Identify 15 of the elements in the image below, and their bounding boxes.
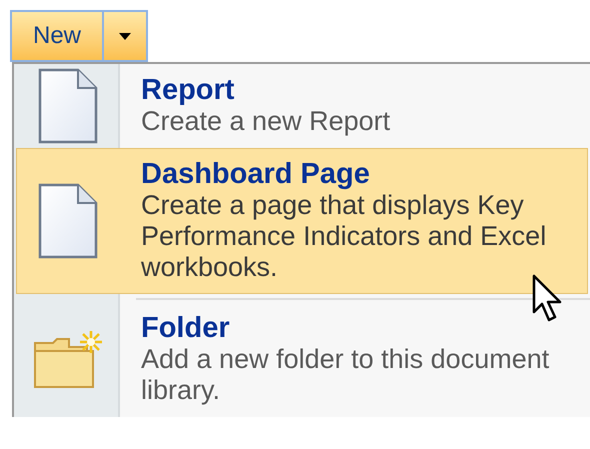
new-folder-icon	[33, 328, 103, 388]
menu-item-description: Create a new Report	[141, 106, 392, 137]
dropdown-button[interactable]	[104, 10, 148, 62]
document-icon	[38, 68, 98, 144]
menu-item[interactable]: Folder Add a new folder to this document library.	[16, 300, 588, 417]
menu-item-title: Dashboard Page	[141, 159, 370, 190]
menu-item[interactable]: Dashboard Page Create a page that displays Key Performance Indicators and Excel workbooks.	[16, 148, 588, 294]
menu-item-description: Create a page that displays Key Performance Indicators and Excel workbooks.	[141, 190, 548, 283]
menu-item-description: Add a new folder to this document library.	[141, 344, 550, 406]
menu-item[interactable]: Report Create a new Report	[16, 64, 588, 148]
caret-icon	[119, 32, 131, 40]
new-button[interactable]: New	[10, 10, 104, 62]
document-icon	[38, 183, 98, 259]
menu-item-title: Folder	[141, 313, 230, 344]
menu-item-title: Report	[141, 75, 234, 106]
